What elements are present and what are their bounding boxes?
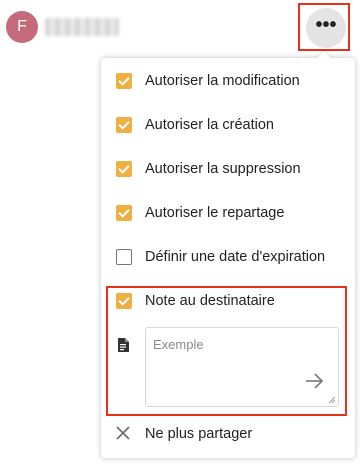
arrow-right-icon[interactable]	[304, 371, 326, 391]
close-icon	[116, 426, 130, 440]
avatar: F	[6, 11, 38, 43]
checkbox-allow-edit[interactable]	[116, 73, 132, 89]
note-icon	[118, 338, 129, 352]
option-set-expiration[interactable]: Définir une date d'expiration	[101, 235, 355, 279]
option-note-to-recipient-label: Note au destinataire	[145, 293, 275, 309]
more-options-button[interactable]: •••	[306, 8, 346, 48]
checkbox-allow-create[interactable]	[116, 117, 132, 133]
option-allow-create[interactable]: Autoriser la création	[101, 103, 355, 147]
more-horizontal-icon: •••	[315, 14, 337, 36]
option-allow-reshare-label: Autoriser le repartage	[145, 205, 285, 221]
option-allow-create-label: Autoriser la création	[145, 117, 274, 133]
option-allow-edit-label: Autoriser la modification	[145, 73, 300, 89]
option-allow-edit[interactable]: Autoriser la modification	[101, 59, 355, 103]
unshare-button[interactable]: Ne plus partager	[101, 413, 355, 457]
option-note-to-recipient[interactable]: Note au destinataire	[101, 279, 355, 323]
avatar-initial: F	[17, 18, 27, 35]
user-name-redacted	[45, 18, 119, 36]
option-allow-reshare[interactable]: Autoriser le repartage	[101, 191, 355, 235]
checkbox-allow-reshare[interactable]	[116, 205, 132, 221]
resize-grip-icon[interactable]	[328, 396, 336, 404]
share-options-page: F ••• Autoriser la modification Autorise…	[0, 0, 360, 465]
note-textarea[interactable]	[146, 328, 338, 406]
note-field-container	[145, 327, 339, 407]
option-set-expiration-label: Définir une date d'expiration	[145, 249, 326, 265]
option-allow-delete-label: Autoriser la suppression	[145, 161, 301, 177]
option-allow-delete[interactable]: Autoriser la suppression	[101, 147, 355, 191]
checkbox-note-to-recipient[interactable]	[116, 293, 132, 309]
checkbox-set-expiration[interactable]	[116, 249, 132, 265]
checkbox-allow-delete[interactable]	[116, 161, 132, 177]
menu-arrow	[316, 51, 332, 59]
unshare-label: Ne plus partager	[145, 426, 253, 442]
